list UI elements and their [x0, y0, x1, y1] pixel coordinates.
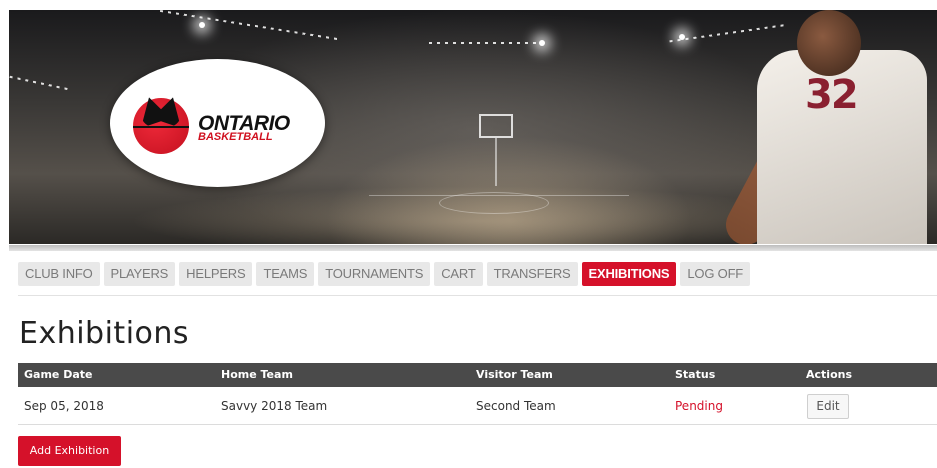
hoop-pole	[495, 138, 497, 186]
basketball-logo-icon	[133, 98, 189, 154]
nav-tab-tournaments[interactable]: TOURNAMENTS	[318, 262, 431, 286]
nav-divider	[18, 295, 937, 296]
header-actions: Actions	[806, 368, 852, 381]
main-nav: CLUB INFO PLAYERS HELPERS TEAMS TOURNAME…	[18, 262, 751, 286]
page-title: Exhibitions	[19, 316, 190, 351]
table-header: Game Date Home Team Visitor Team Status …	[18, 363, 937, 387]
nav-tab-log-off[interactable]: LOG OFF	[680, 262, 751, 286]
arena-lights	[429, 42, 549, 44]
nav-tab-exhibitions[interactable]: EXHIBITIONS	[581, 262, 677, 286]
edit-button[interactable]: Edit	[807, 394, 849, 419]
jersey-number: 32	[805, 72, 859, 118]
nav-tab-cart[interactable]: CART	[434, 262, 483, 286]
cell-home-team: Savvy 2018 Team	[221, 399, 328, 413]
arena-light	[199, 22, 205, 28]
player-photo: 32	[637, 10, 937, 244]
table-row: Sep 05, 2018 Savvy 2018 Team Second Team…	[18, 387, 937, 425]
nav-tab-teams[interactable]: TEAMS	[256, 262, 315, 286]
cell-game-date: Sep 05, 2018	[24, 399, 104, 413]
nav-tab-helpers[interactable]: HELPERS	[179, 262, 253, 286]
arena-light	[539, 40, 545, 46]
nav-tab-transfers[interactable]: TRANSFERS	[486, 262, 578, 286]
header-status: Status	[675, 368, 716, 381]
banner-divider	[9, 245, 937, 251]
header-visitor-team: Visitor Team	[476, 368, 553, 381]
logo-wordmark-basketball: BASKETBALL	[198, 131, 273, 143]
player-head	[797, 10, 861, 76]
nav-tab-players[interactable]: PLAYERS	[103, 262, 176, 286]
nav-tab-club-info[interactable]: CLUB INFO	[18, 262, 100, 286]
cell-visitor-team: Second Team	[476, 399, 556, 413]
court-circle	[439, 192, 549, 214]
basketball-hoop	[479, 114, 513, 138]
header-game-date: Game Date	[24, 368, 93, 381]
add-exhibition-button[interactable]: Add Exhibition	[18, 436, 121, 466]
status-badge: Pending	[675, 399, 723, 413]
header-home-team: Home Team	[221, 368, 293, 381]
arena-lights	[159, 10, 339, 41]
exhibitions-table: Game Date Home Team Visitor Team Status …	[18, 363, 937, 425]
arena-lights	[9, 75, 69, 91]
